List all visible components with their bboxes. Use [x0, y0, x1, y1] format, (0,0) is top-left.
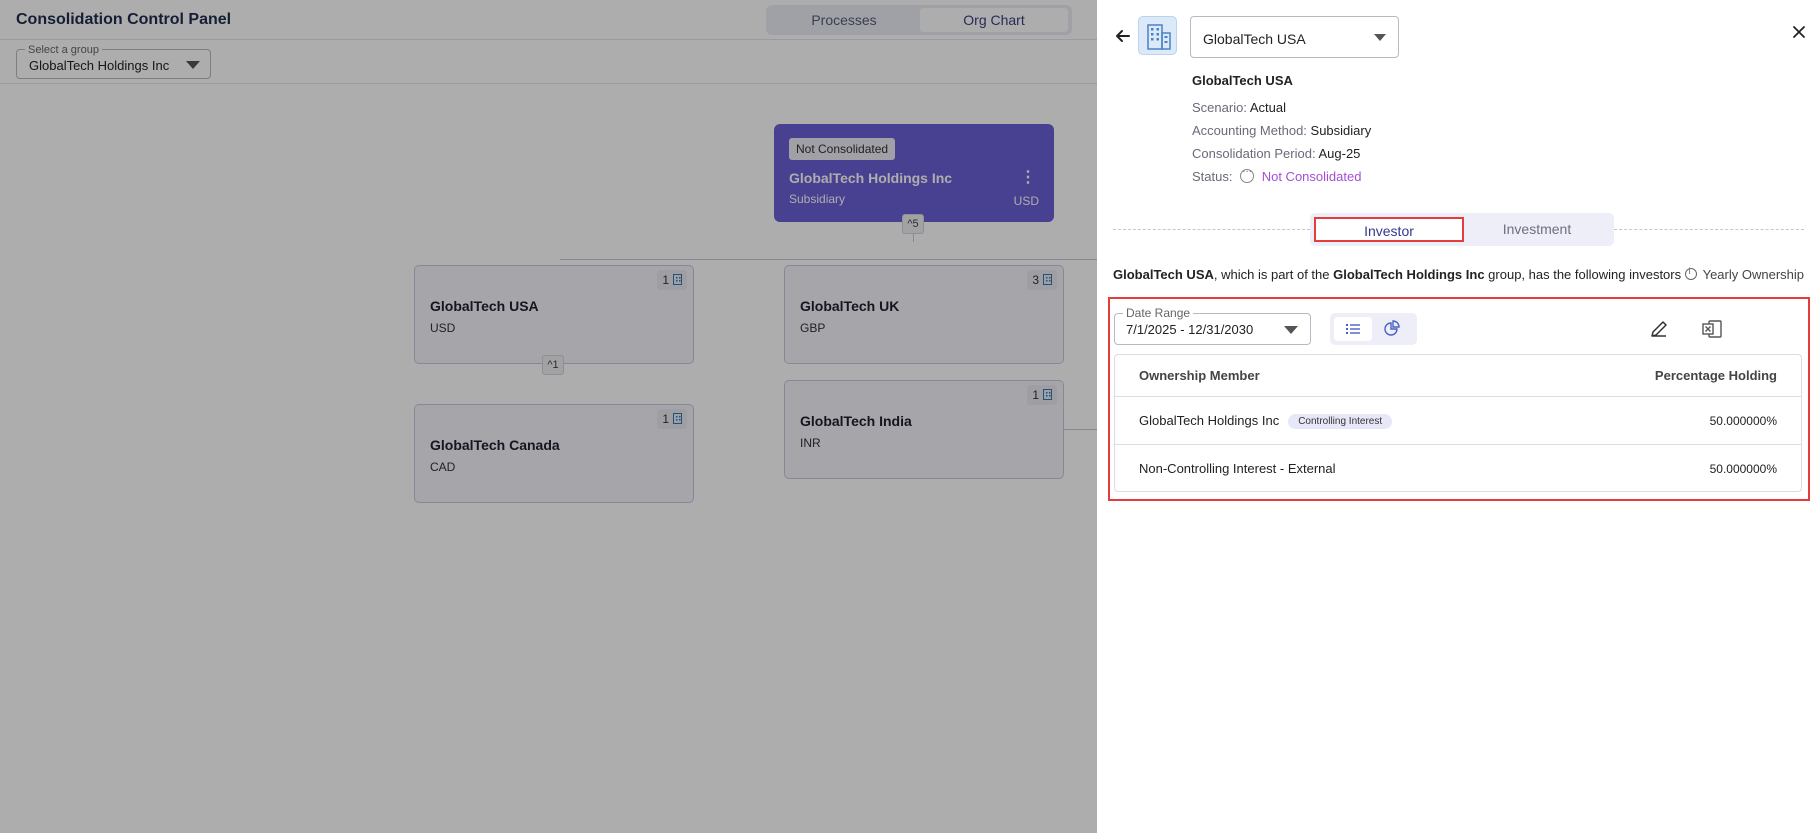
consolidation-period-value: Aug-25: [1318, 146, 1361, 161]
column-header-member[interactable]: Ownership Member: [1139, 355, 1260, 396]
list-icon: [1346, 324, 1360, 334]
yearly-ownership-link[interactable]: Yearly Ownership: [1684, 266, 1804, 282]
controlling-interest-chip: Controlling Interest: [1288, 414, 1393, 429]
chart-view-button[interactable]: [1373, 317, 1411, 341]
status-label: Status:: [1192, 169, 1233, 184]
table-row[interactable]: Non-Controlling Interest - External 50.0…: [1115, 444, 1801, 492]
pie-chart-icon: [1384, 320, 1400, 336]
tab-investment[interactable]: Investment: [1464, 217, 1610, 242]
divider-left: [1113, 229, 1310, 230]
chevron-down-icon: [1284, 326, 1298, 334]
investor-investment-tabs: Investor Investment: [1310, 213, 1614, 246]
status-pending-icon: [1240, 164, 1255, 183]
investor-description: GlobalTech USA, which is part of the Glo…: [1113, 267, 1681, 282]
percentage-holding-cell: 50.000000%: [1709, 462, 1777, 476]
excel-export-icon[interactable]: [1701, 319, 1723, 339]
list-view-button[interactable]: [1334, 317, 1372, 341]
divider-right: [1614, 229, 1804, 230]
close-icon[interactable]: [1789, 22, 1809, 42]
date-range-select[interactable]: Date Range 7/1/2025 - 12/31/2030: [1114, 306, 1311, 345]
status-row: Status: Not Consolidated: [1192, 164, 1362, 184]
date-range-label: Date Range: [1123, 306, 1194, 320]
consolidation-period-row: Consolidation Period: Aug-25: [1192, 146, 1360, 161]
entity-name: GlobalTech USA: [1192, 73, 1293, 88]
column-header-percentage[interactable]: Percentage Holding: [1655, 355, 1777, 396]
tab-investor[interactable]: Investor: [1314, 217, 1464, 242]
entity-select[interactable]: GlobalTech USA: [1190, 16, 1399, 58]
description-text-end: group, has the following investors: [1484, 267, 1682, 282]
yearly-ownership-label: Yearly Ownership: [1702, 267, 1804, 282]
entity-detail-panel: GlobalTech USA GlobalTech USA Scenario: …: [1097, 0, 1820, 833]
scenario-row: Scenario: Actual: [1192, 100, 1286, 115]
description-entity: GlobalTech USA: [1113, 267, 1214, 282]
building-icon: [1138, 16, 1177, 55]
date-range-value: 7/1/2025 - 12/31/2030: [1126, 322, 1254, 337]
info-icon: [1684, 266, 1697, 280]
ownership-member-cell: GlobalTech Holdings Inc Controlling Inter…: [1139, 413, 1393, 429]
member-name: GlobalTech Holdings Inc: [1139, 413, 1280, 428]
description-text-mid: , which is part of the: [1213, 267, 1334, 282]
scenario-label: Scenario:: [1192, 100, 1247, 115]
accounting-method-value: Subsidiary: [1310, 123, 1372, 138]
view-mode-toggle: [1330, 313, 1417, 345]
back-arrow-icon[interactable]: [1113, 26, 1133, 46]
chevron-down-icon: [1374, 34, 1386, 41]
percentage-holding-cell: 50.000000%: [1709, 414, 1777, 428]
ownership-member-cell: Non-Controlling Interest - External: [1139, 461, 1336, 476]
consolidation-period-label: Consolidation Period:: [1192, 146, 1316, 161]
member-name: Non-Controlling Interest - External: [1139, 461, 1336, 476]
scenario-value: Actual: [1249, 100, 1286, 115]
ownership-table: Ownership Member Percentage Holding Glob…: [1114, 354, 1802, 492]
table-row[interactable]: GlobalTech Holdings Inc Controlling Inter…: [1115, 396, 1801, 444]
accounting-method-label: Accounting Method:: [1192, 123, 1307, 138]
edit-pencil-icon[interactable]: [1648, 318, 1670, 340]
accounting-method-row: Accounting Method: Subsidiary: [1192, 123, 1371, 138]
description-group: GlobalTech Holdings Inc: [1333, 267, 1485, 282]
status-value: Not Consolidated: [1261, 169, 1362, 184]
entity-select-value: GlobalTech USA: [1203, 31, 1306, 47]
